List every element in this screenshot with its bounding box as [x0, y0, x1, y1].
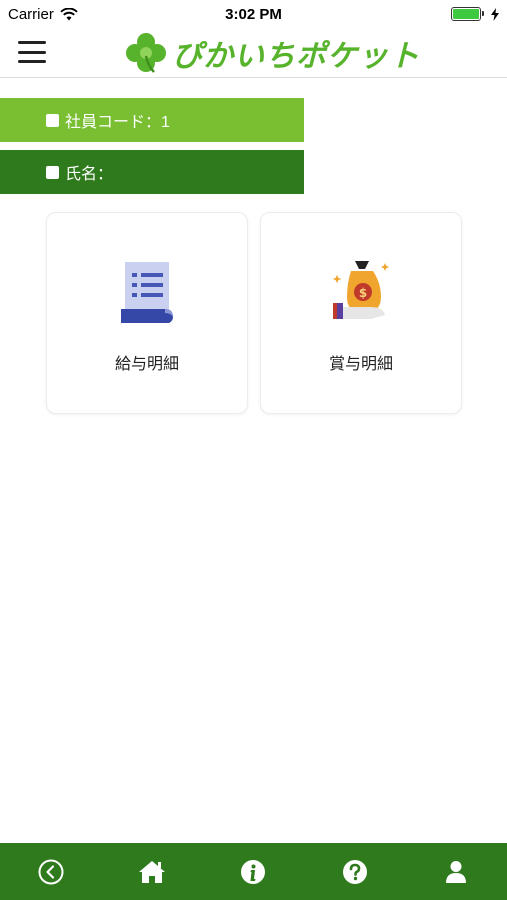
app-header: ぴかいちポケット — [0, 28, 507, 78]
status-bar: Carrier 3:02 PM — [0, 0, 507, 28]
receipt-icon — [121, 262, 173, 323]
bonus-statement-card[interactable]: $ 賞与明細 — [260, 212, 462, 414]
hamburger-line — [18, 41, 46, 44]
employee-name-bar: 氏名： — [0, 150, 304, 194]
info-icon — [241, 859, 266, 884]
back-icon — [38, 859, 64, 884]
clover-icon — [126, 33, 166, 73]
svg-text:$: $ — [359, 286, 367, 300]
status-left: Carrier — [8, 6, 78, 23]
money-bag-icon: $ — [332, 261, 389, 319]
user-icon — [446, 860, 467, 883]
nav-user-button[interactable] — [436, 852, 476, 892]
salary-statement-card[interactable]: 給与明細 — [46, 212, 248, 414]
battery-fill — [453, 9, 479, 19]
nav-home-button[interactable] — [132, 852, 172, 892]
bottom-nav — [0, 843, 507, 900]
employee-name-label: 氏名： — [65, 166, 114, 183]
hamburger-line — [18, 50, 46, 54]
hamburger-line — [18, 60, 46, 63]
app-logo: ぴかいちポケット — [124, 32, 420, 74]
bullet-square-icon — [46, 113, 59, 127]
employee-code-label: 社員コード：1 — [65, 114, 170, 131]
home-icon — [139, 860, 166, 883]
nav-back-button[interactable] — [31, 852, 71, 892]
charging-bolt-icon — [491, 7, 499, 21]
hamburger-menu-button[interactable] — [18, 41, 46, 63]
salary-statement-label: 給与明細 — [114, 356, 179, 373]
nav-info-button[interactable] — [233, 852, 273, 892]
nav-help-button[interactable] — [335, 852, 375, 892]
wifi-icon — [60, 7, 78, 20]
bullet-square-icon — [46, 165, 59, 179]
status-right — [451, 7, 499, 21]
battery-icon — [451, 7, 484, 21]
logo-text: ぴかいちポケット — [172, 39, 420, 74]
carrier-label: Carrier — [8, 5, 54, 23]
bonus-statement-label: 賞与明細 — [328, 356, 393, 373]
help-icon — [342, 859, 367, 884]
employee-code-bar: 社員コード：1 — [0, 98, 304, 142]
